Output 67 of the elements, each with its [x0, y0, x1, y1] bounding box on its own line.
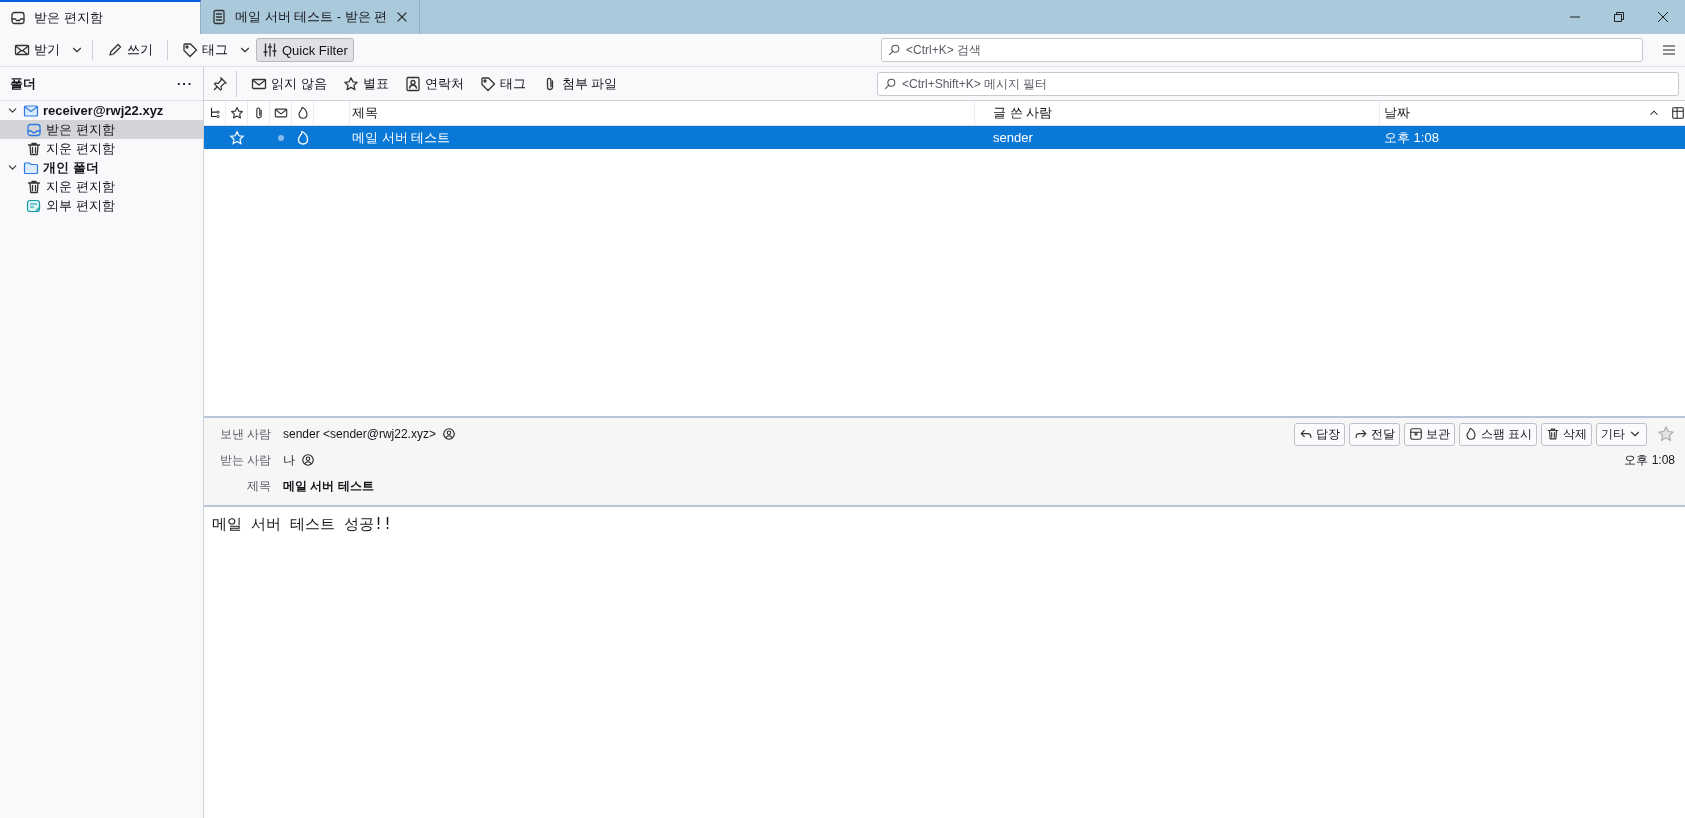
sliders-icon: [262, 42, 278, 58]
column-header[interactable]: 날짜: [1379, 101, 1647, 125]
action-button[interactable]: 기타: [1596, 422, 1647, 446]
sender-address[interactable]: sender <sender@rwj22.xyz>: [283, 427, 436, 441]
star-icon[interactable]: [1657, 425, 1675, 443]
contact-card-icon: [404, 75, 421, 92]
outbox-icon: [26, 197, 42, 214]
filter-button[interactable]: 별표: [336, 71, 395, 96]
trash-icon: [26, 178, 42, 195]
folder-item[interactable]: 받은 편지함: [0, 120, 203, 139]
filter-button[interactable]: 연락처: [398, 71, 470, 96]
toolbar-button[interactable]: 태그: [176, 37, 234, 63]
search-field[interactable]: <Ctrl+K> 검색: [881, 38, 1643, 62]
menu-icon[interactable]: [1661, 42, 1677, 58]
recipient-name[interactable]: 나: [283, 451, 295, 469]
more-options-button[interactable]: ···: [177, 76, 193, 91]
toolbar-button[interactable]: Quick Filter: [256, 38, 354, 62]
folder-item[interactable]: 지운 편지함: [0, 139, 203, 158]
message-date: 오후 1:08: [1624, 451, 1675, 469]
archive-box-icon: [1408, 427, 1423, 441]
tab[interactable]: 받은 편지함: [0, 0, 201, 34]
envelope-icon[interactable]: [273, 106, 288, 120]
message-date: 오후 1:08: [1383, 128, 1440, 147]
folder-icon: [23, 159, 39, 176]
folder-pane-title: 폴더: [10, 74, 36, 93]
action-button[interactable]: 전달: [1348, 422, 1400, 446]
document-icon: [211, 9, 227, 25]
tag-icon: [479, 75, 496, 92]
column-header[interactable]: 제목: [350, 101, 974, 125]
inbox-tray-icon: [26, 121, 42, 138]
message-sender: sender: [992, 129, 1034, 147]
pin-icon[interactable]: [212, 75, 228, 92]
action-button[interactable]: 보관: [1403, 422, 1455, 446]
forward-arrow-icon: [1353, 427, 1368, 441]
toolbar-button[interactable]: 쓰기: [101, 37, 159, 63]
star-icon[interactable]: [229, 106, 244, 120]
field-label: 받는 사람: [218, 451, 271, 469]
message-subject: 메일 서버 테스트: [351, 128, 452, 147]
message-body-text: 메일 서버 테스트 성공!!: [212, 515, 393, 533]
filter-button[interactable]: 태그: [473, 71, 532, 96]
toolbar-button[interactable]: 받기: [8, 37, 66, 63]
action-button[interactable]: 스팸 표시: [1458, 422, 1537, 446]
folder-item[interactable]: receiver@rwj22.xyz: [0, 101, 203, 120]
inbox-tray-icon: [10, 10, 26, 26]
action-button[interactable]: 삭제: [1541, 422, 1592, 446]
trash-icon: [26, 140, 42, 157]
folder-item[interactable]: 외부 편지함: [0, 196, 203, 215]
folder-item[interactable]: 지운 편지함: [0, 177, 203, 196]
message-subject: 메일 서버 테스트: [283, 477, 374, 495]
folder-item[interactable]: 개인 폴더: [0, 158, 203, 177]
person-circle-icon[interactable]: [441, 427, 456, 441]
column-header[interactable]: 글 쓴 사람: [974, 101, 1379, 125]
message-row[interactable]: 메일 서버 테스트 sender 오후 1:08: [204, 126, 1685, 149]
trash-icon: [1546, 427, 1560, 441]
envelope-icon: [23, 102, 39, 119]
filter-button[interactable]: 첨부 파일: [535, 71, 624, 96]
action-button[interactable]: 답장: [1293, 422, 1345, 446]
pencil-icon: [107, 42, 123, 58]
star-icon: [342, 75, 359, 92]
column-picker-icon[interactable]: [1671, 106, 1685, 120]
person-circle-icon[interactable]: [301, 453, 315, 467]
message-filter-field[interactable]: <Ctrl+Shift+K> 메시지 필터: [877, 71, 1679, 96]
filter-button[interactable]: 읽지 않음: [245, 71, 333, 96]
field-label: 제목: [246, 477, 271, 495]
reply-arrow-icon: [1298, 427, 1313, 441]
tag-icon: [182, 42, 198, 58]
field-label: 보낸 사람: [218, 425, 271, 443]
